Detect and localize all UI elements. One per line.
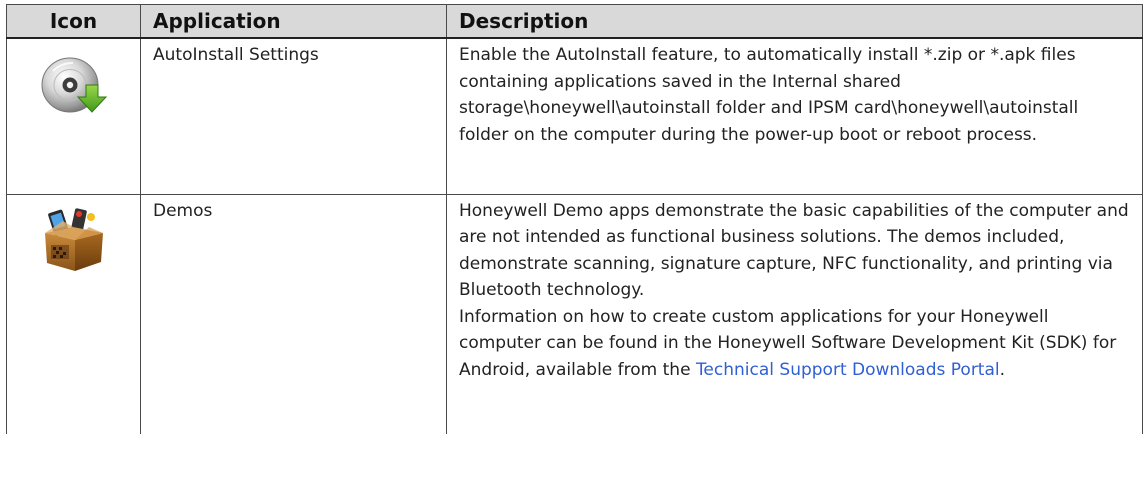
icon-cell (6, 37, 141, 195)
technical-support-downloads-portal-link[interactable]: Technical Support Downloads Portal (696, 360, 1000, 380)
header-application: Application (140, 4, 447, 39)
description-text: Honeywell Demo apps demonstrate the basi… (459, 200, 1129, 301)
table-row: AutoInstall Settings Enable the AutoInst… (6, 37, 1143, 195)
description-text-2-post: . (999, 359, 1006, 380)
table-header-row: Icon Application Description (6, 4, 1143, 39)
description-text-2: Information on how to create custom appl… (459, 304, 1130, 384)
applications-table: Icon Application Description AutoInstall… (6, 4, 1143, 434)
demos-box-icon (39, 205, 109, 275)
table-row: Demos Honeywell Demo apps demonstrate th… (6, 193, 1143, 434)
application-description: Honeywell Demo apps demonstrate the basi… (446, 193, 1143, 434)
application-description: Enable the AutoInstall feature, to autom… (446, 37, 1143, 195)
description-text: Enable the AutoInstall feature, to autom… (459, 45, 1079, 145)
autoinstall-disc-icon (39, 49, 109, 119)
application-name: Demos (140, 193, 447, 434)
icon-cell (6, 193, 141, 434)
application-name: AutoInstall Settings (140, 37, 447, 195)
header-icon: Icon (6, 4, 141, 39)
header-description: Description (446, 4, 1143, 39)
